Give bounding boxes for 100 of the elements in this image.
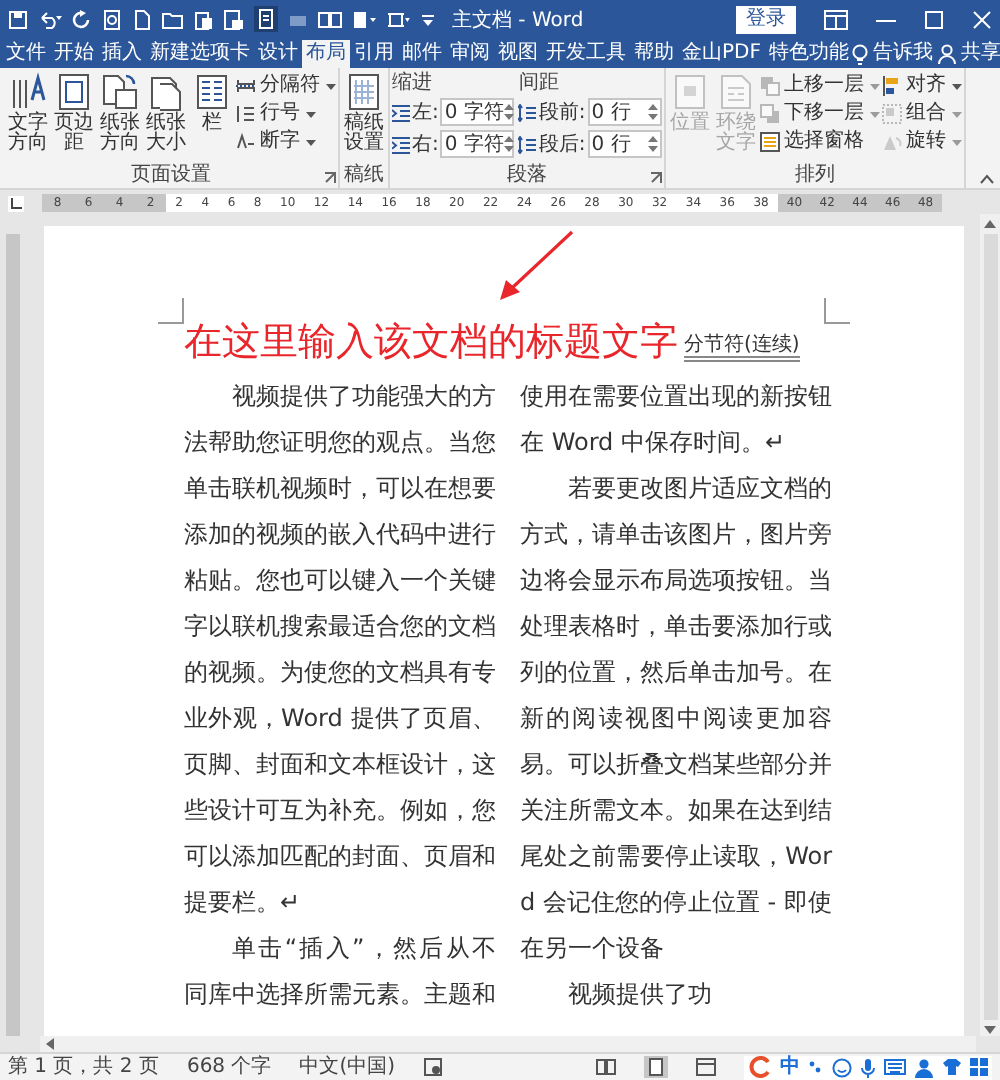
ribbon-tab[interactable]: 插入 (98, 40, 146, 68)
tab-stop-icon[interactable] (8, 195, 24, 211)
save-icon[interactable] (8, 9, 28, 29)
align-icon (881, 76, 902, 96)
dialog-launcher-icon[interactable] (649, 172, 662, 184)
ribbon-button[interactable]: 断字 (236, 130, 336, 154)
spin-field[interactable]: 0 行 (587, 130, 662, 158)
group-label: 段落 (506, 164, 547, 188)
field-label: 段前: (538, 101, 586, 123)
ribbon-button[interactable]: 选择窗格 (759, 130, 880, 154)
caret-icon (306, 111, 316, 117)
collapse-ribbon-icon[interactable] (980, 174, 994, 184)
spinner-icon (503, 136, 514, 152)
spin-field[interactable]: 0 字符 (440, 98, 515, 126)
line-numbers-icon (236, 104, 256, 124)
undo-icon[interactable] (38, 9, 62, 29)
caret-icon (869, 83, 880, 89)
body-paragraph: 视频提供了功能强大的方法帮助您证明您的观点。当您单击联机视频时，可以在想要添加的视频的嵌入代码中进行粘贴。您也可以键入一个关键字以联机搜索最适合您的文档的视频。为使您的文档具有专业外观，Word 提供了页眉、页脚、封面和文本框设计，这些设计可互为补充。例如，您可以添加匹配的封面、页眉和提要栏。↵ (184, 380, 496, 920)
input-mode-toggle[interactable]: 中 (780, 1055, 800, 1079)
customize-toolbar-icon[interactable] (420, 9, 436, 29)
ribbon-tab[interactable]: 新建选项卡 (146, 40, 254, 68)
emoji-icon[interactable] (832, 1057, 852, 1077)
person-icon (938, 44, 957, 64)
scroll-down-icon[interactable] (982, 1024, 998, 1036)
clipboard-icon[interactable] (352, 9, 376, 29)
wrap-text-icon (715, 72, 756, 112)
user-icon[interactable] (914, 1057, 934, 1077)
keyboard-icon[interactable] (884, 1058, 906, 1076)
ribbon-tab[interactable]: 设计 (254, 40, 302, 68)
spin-field[interactable]: 0 行 (587, 98, 662, 126)
ribbon-button[interactable]: 页边距 (52, 72, 96, 164)
table-icon[interactable] (386, 9, 410, 29)
dialog-launcher-icon[interactable] (324, 172, 336, 184)
caret-icon (326, 83, 336, 89)
ribbon-button[interactable]: 栏 (190, 72, 234, 164)
tell-me-search[interactable]: 告诉我 (852, 40, 933, 68)
group-icon (881, 104, 902, 124)
body-paragraph: 若要更改图片适应文档的方式，请单击该图片，图片旁边将会显示布局选项按钮。当处理表格时，单击要添加行或列的位置，然后单击加号。在新的阅读视图中阅读更加容易。可以折叠文档某些部分并关注所需文本。如果在达到结尾处之前需要停止读取，Word 会记住您的停止位置 - 即使在另一个设备 (520, 472, 832, 966)
spacing-icon (518, 135, 537, 153)
caret-icon (951, 83, 962, 89)
macro-record-icon[interactable] (423, 1058, 442, 1076)
field-label: 段后: (538, 133, 586, 155)
send-backward-icon (759, 104, 780, 124)
microphone-icon[interactable] (860, 1057, 876, 1077)
ribbon-tab[interactable]: 引用 (350, 40, 398, 68)
redo-icon[interactable] (72, 9, 92, 29)
corner-mark (158, 298, 184, 324)
caret-icon (951, 139, 962, 145)
print-layout-icon[interactable] (644, 1056, 668, 1078)
page-icon[interactable] (254, 6, 278, 32)
section-heading: 间距 (518, 72, 561, 94)
ribbon-tab[interactable]: 文件 (2, 40, 50, 68)
web-layout-icon[interactable] (696, 1058, 716, 1076)
read-mode-icon[interactable] (596, 1058, 616, 1076)
ribbon-button[interactable]: 行号 (236, 102, 336, 126)
scroll-left-icon[interactable] (44, 1036, 56, 1052)
bring-forward-icon (759, 76, 780, 96)
ribbon-tab[interactable]: 布局 (302, 40, 350, 68)
sign-in-button[interactable]: 登录 (736, 5, 796, 33)
body-paragraph: 单击“插入”，然后从不同库中选择所需元素。主题和 (184, 932, 496, 1012)
ribbon-tab[interactable]: 审阅 (446, 40, 494, 68)
ribbon-button[interactable]: 纸张方向 (98, 72, 142, 164)
caret-icon (306, 139, 316, 145)
window-title: 主文档 - Word (452, 7, 584, 33)
print-preview-icon[interactable] (102, 9, 122, 29)
paste-icon[interactable] (194, 9, 214, 29)
ribbon-button[interactable]: 纸张大小 (144, 72, 188, 164)
ribbon-display-icon[interactable] (824, 9, 848, 29)
punctuation-icon[interactable] (808, 1058, 824, 1076)
close-icon[interactable] (972, 9, 992, 29)
maximize-icon[interactable] (924, 9, 944, 29)
ribbon-tab[interactable]: 特色功能 (764, 40, 853, 68)
ribbon-tab[interactable]: 视图 (494, 40, 542, 68)
ribbon-tab[interactable]: 帮助 (630, 40, 678, 68)
section-heading: 缩进 (392, 72, 434, 94)
shirt-icon[interactable] (942, 1058, 962, 1076)
ribbon-button[interactable]: 稿纸设置 (342, 72, 386, 164)
ribbon-tab[interactable]: 金山PDF (678, 40, 765, 68)
vertical-scrollbar[interactable] (980, 214, 1000, 1036)
ribbon-tab[interactable]: 开发工具 (542, 40, 630, 68)
word-count[interactable]: 668 个字 (186, 1055, 272, 1079)
document-icon[interactable] (224, 9, 244, 29)
position-icon (669, 72, 710, 112)
ribbon-tab[interactable]: 开始 (50, 40, 98, 68)
grid-icon[interactable] (970, 1058, 988, 1076)
ribbon-button[interactable]: 分隔符 (236, 74, 336, 98)
scroll-up-icon[interactable] (982, 218, 998, 230)
page-count[interactable]: 第 1 页，共 2 页 (8, 1055, 159, 1079)
ribbon-button[interactable]: 对齐 (881, 74, 962, 98)
body-paragraph: 使用在需要位置出现的新按钮在 Word 中保存时间。↵ (520, 380, 832, 460)
columns-icon[interactable] (318, 9, 342, 29)
horizontal-scrollbar[interactable] (40, 1036, 976, 1052)
spin-field[interactable]: 0 字符 (440, 130, 515, 158)
folder-icon[interactable] (162, 9, 184, 29)
language-indicator[interactable]: 中文(中国) (299, 1055, 396, 1079)
new-document-icon[interactable] (132, 9, 152, 29)
ribbon-button[interactable]: 文字方向 (6, 72, 50, 164)
ribbon-tab[interactable]: 邮件 (398, 40, 446, 68)
share-button[interactable]: 共享 (932, 40, 1000, 68)
selection-pane-icon (759, 132, 780, 152)
